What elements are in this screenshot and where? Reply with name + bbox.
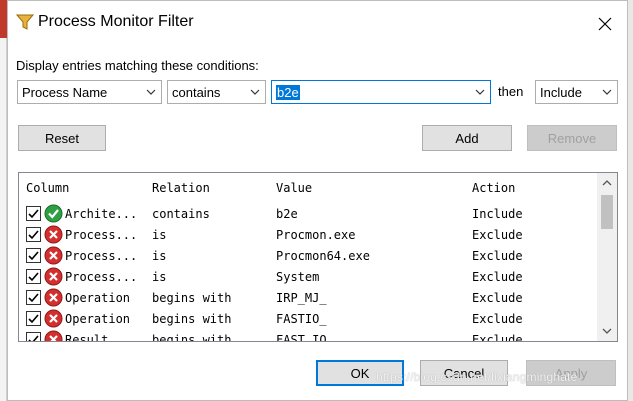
cell-action: Exclude [472,270,523,284]
row-checkbox[interactable] [26,248,41,263]
header-column[interactable]: Column [26,181,69,195]
cell-relation: is [152,270,167,284]
row-checkbox[interactable] [26,269,41,284]
row-checkbox[interactable] [26,206,41,221]
table-row[interactable]: Process... is Procmon64.exe Exclude [19,245,597,266]
cell-value: b2e [276,207,298,221]
value-combo-text: b2e [276,84,300,100]
cell-column: Operation [65,291,131,305]
scrollbar-thumb[interactable] [601,195,613,229]
filter-list[interactable]: Column Relation Value Action Archite... c… [18,172,618,342]
checkmark-icon [28,251,39,261]
red-x-icon [44,267,63,286]
cell-relation: is [152,249,167,263]
red-x-icon [44,309,63,328]
chevron-down-icon [250,89,260,95]
value-combo-input[interactable]: b2e [271,80,491,104]
add-button[interactable]: Add [422,125,512,151]
cell-column: Result [65,333,109,342]
row-checkbox[interactable] [26,227,41,242]
conditions-label: Display entries matching these condition… [16,58,259,73]
table-row[interactable]: Operation begins with FASTIO_ Exclude [19,308,597,329]
chevron-down-icon [602,89,612,95]
title-bar[interactable]: Process Monitor Filter [8,1,627,45]
cell-action: Exclude [472,291,523,305]
cell-column: Process... [65,249,138,263]
column-select-value: Process Name [22,84,108,100]
vertical-scrollbar[interactable] [597,173,617,341]
row-checkbox[interactable] [26,311,41,326]
cell-column: Archite... [65,207,138,221]
checkmark-icon [28,335,39,341]
background-window-edge [0,0,7,38]
reset-button[interactable]: Reset [18,125,106,151]
cell-action: Exclude [472,312,523,326]
header-relation[interactable]: Relation [152,181,210,195]
scroll-down-icon[interactable] [601,325,613,337]
watermark-text: https://blog.csdn.net/lixiangminghate [376,370,578,384]
remove-button[interactable]: Remove [527,125,617,151]
cell-value: FASTIO_ [276,312,327,326]
row-checkbox[interactable] [26,290,41,305]
table-row[interactable]: Process... is System Exclude [19,266,597,287]
relation-select[interactable]: contains [167,80,266,104]
then-label: then [498,84,524,99]
cell-relation: begins with [152,291,232,305]
checkmark-icon [28,230,39,240]
cell-value: Procmon64.exe [276,249,370,263]
column-select[interactable]: Process Name [17,80,162,104]
checkmark-icon [28,314,39,324]
red-x-icon [44,330,63,341]
checkmark-icon [28,209,39,219]
cell-value: IRP_MJ_ [276,291,327,305]
window-title: Process Monitor Filter [38,13,194,30]
table-row[interactable]: Process... is Procmon.exe Exclude [19,224,597,245]
cell-action: Exclude [472,249,523,263]
process-monitor-filter-dialog: Process Monitor Filter Display entries m… [7,0,628,401]
header-value[interactable]: Value [276,181,312,195]
scroll-up-icon[interactable] [601,177,613,189]
cell-action: Exclude [472,333,523,342]
red-x-icon [44,288,63,307]
cell-relation: is [152,228,167,242]
background-window-right-strip [628,0,633,401]
row-checkbox[interactable] [26,332,41,341]
checkmark-icon [28,293,39,303]
close-button[interactable] [591,11,619,37]
chevron-down-icon [475,89,485,95]
cell-column: Process... [65,270,138,284]
cell-relation: contains [152,207,210,221]
header-action[interactable]: Action [472,181,515,195]
cell-value: Procmon.exe [276,228,356,242]
red-x-icon [44,225,63,244]
cell-relation: begins with [152,333,232,342]
background-window-strip [0,38,7,401]
cell-value: FAST IO [276,333,327,342]
filter-funnel-icon [16,14,34,30]
cell-action: Include [472,207,523,221]
cell-column: Process... [65,228,138,242]
table-row[interactable]: Operation begins with IRP_MJ_ Exclude [19,287,597,308]
close-icon [598,17,612,31]
cell-value: System [276,270,320,284]
table-row[interactable]: Archite... contains b2e Include [19,203,597,224]
list-header: Column Relation Value Action [19,173,597,201]
green-check-icon [44,204,63,223]
table-row[interactable]: Result begins with FAST IO Exclude [19,329,597,342]
relation-select-value: contains [172,84,221,100]
action-select[interactable]: Include [535,80,618,104]
action-select-value: Include [540,84,582,100]
checkmark-icon [28,272,39,282]
red-x-icon [44,246,63,265]
cell-action: Exclude [472,228,523,242]
cell-relation: begins with [152,312,232,326]
cell-column: Operation [65,312,131,326]
chevron-down-icon [146,89,156,95]
